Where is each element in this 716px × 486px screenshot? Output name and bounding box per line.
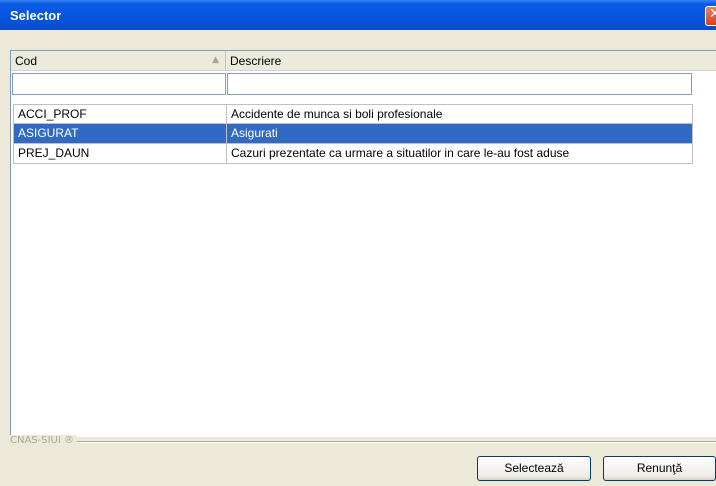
select-button[interactable]: Selectează: [477, 456, 591, 481]
close-icon: ✕: [709, 6, 716, 22]
table-row[interactable]: ACCI_PROF Accidente de munca si boli pro…: [13, 104, 693, 124]
cell-cod: ASIGURAT: [13, 124, 227, 144]
dialog-body: Cod ▲ Descriere ACCI_PROF Accidente de m…: [0, 30, 716, 486]
column-header-cod[interactable]: Cod ▲: [11, 51, 226, 71]
filter-cod-input[interactable]: [12, 73, 226, 95]
selector-grid: Cod ▲ Descriere ACCI_PROF Accidente de m…: [10, 50, 716, 437]
column-header-cod-label: Cod: [15, 54, 38, 68]
close-button[interactable]: ✕: [705, 6, 716, 26]
table-row[interactable]: PREJ_DAUN Cazuri prezentate ca urmare a …: [13, 144, 693, 164]
cell-cod: ACCI_PROF: [13, 104, 227, 124]
footer-divider: [10, 441, 716, 443]
cancel-button[interactable]: Renunţă: [603, 456, 716, 481]
filter-descriere-input[interactable]: [227, 73, 692, 95]
cell-cod: PREJ_DAUN: [13, 144, 227, 164]
sort-ascending-icon: ▲: [212, 55, 219, 65]
filter-row: [11, 71, 692, 99]
cell-descriere: Asigurati: [227, 124, 693, 144]
cell-descriere: Cazuri prezentate ca urmare a situatilor…: [227, 144, 693, 164]
window-title: Selector: [10, 8, 62, 23]
title-bar: Selector ✕: [0, 0, 716, 30]
column-header-descriere-label: Descriere: [230, 54, 282, 68]
table-row-selected[interactable]: ASIGURAT Asigurati: [13, 124, 693, 144]
cell-descriere: Accidente de munca si boli profesionale: [227, 104, 693, 124]
column-header-descriere[interactable]: Descriere: [226, 51, 716, 71]
group-label: CNAS-SIUI ®: [10, 435, 78, 446]
